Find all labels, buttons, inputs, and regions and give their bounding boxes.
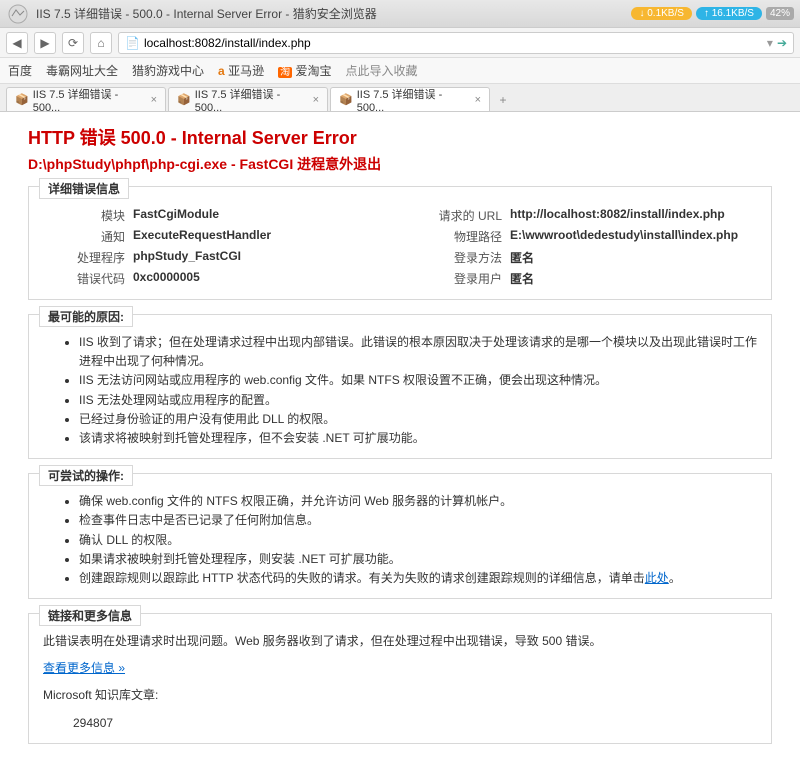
detail-right: 请求的 URLhttp://localhost:8082/install/ind… bbox=[420, 205, 757, 289]
list-item: 确保 web.config 文件的 NTFS 权限正确，并允许访问 Web 服务… bbox=[79, 492, 757, 511]
detail-left: 模块FastCgiModule 通知ExecuteRequestHandler … bbox=[43, 205, 380, 289]
detail-panel-title: 详细错误信息 bbox=[39, 178, 129, 199]
detail-user: 匿名 bbox=[510, 270, 757, 287]
detail-panel: 详细错误信息 模块FastCgiModule 通知ExecuteRequestH… bbox=[28, 186, 772, 300]
browser-logo-icon bbox=[6, 2, 30, 26]
close-icon[interactable]: × bbox=[313, 94, 319, 106]
forward-button[interactable]: ▶ bbox=[34, 32, 56, 54]
more-panel: 链接和更多信息 此错误表明在处理请求时出现问题。Web 服务器收到了请求，但在处… bbox=[28, 613, 772, 744]
list-item: 如果请求被映射到托管处理程序，则安装 .NET 可扩展功能。 bbox=[79, 550, 757, 569]
percent-badge: 42% bbox=[766, 7, 794, 20]
actions-link[interactable]: 此处 bbox=[645, 571, 669, 585]
close-icon[interactable]: × bbox=[151, 94, 157, 106]
bookmark-baidu[interactable]: 百度 bbox=[8, 62, 32, 79]
new-tab-button[interactable]: + bbox=[492, 89, 514, 111]
back-button[interactable]: ◀ bbox=[6, 32, 28, 54]
tab-icon: 📦 bbox=[177, 93, 191, 106]
more-title: 链接和更多信息 bbox=[39, 605, 141, 626]
list-item: 创建跟踪规则以跟踪此 HTTP 状态代码的失败的请求。有关为失败的请求创建跟踪规… bbox=[79, 569, 757, 588]
close-icon[interactable]: × bbox=[475, 94, 481, 106]
go-icon[interactable]: ➔ bbox=[777, 36, 787, 50]
tab-icon: 📦 bbox=[15, 93, 29, 106]
more-link[interactable]: 查看更多信息 » bbox=[43, 661, 125, 675]
kb-label: Microsoft 知识库文章: bbox=[43, 686, 757, 705]
bookmark-bar: 百度 毒霸网址大全 猎豹游戏中心 a 亚马逊 淘 爱淘宝 点此导入收藏 bbox=[0, 58, 800, 84]
bookmark-duba[interactable]: 毒霸网址大全 bbox=[46, 62, 118, 79]
tabbar: 📦IIS 7.5 详细错误 - 500...× 📦IIS 7.5 详细错误 - … bbox=[0, 84, 800, 112]
network-stats: ↓ 0.1KB/S ↑ 16.1KB/S 42% bbox=[631, 7, 794, 20]
url-input[interactable] bbox=[144, 36, 763, 50]
tab-0[interactable]: 📦IIS 7.5 详细错误 - 500...× bbox=[6, 87, 166, 111]
tab-icon: 📦 bbox=[339, 93, 353, 106]
list-item: 该请求将被映射到托管处理程序，但不会安装 .NET 可扩展功能。 bbox=[79, 429, 757, 448]
detail-url: http://localhost:8082/install/index.php bbox=[510, 207, 757, 224]
actions-panel: 可尝试的操作: 确保 web.config 文件的 NTFS 权限正确，并允许访… bbox=[28, 473, 772, 599]
list-item: IIS 收到了请求；但在处理请求过程中出现内部错误。此错误的根本原因取决于处理该… bbox=[79, 333, 757, 371]
list-item: 检查事件日志中是否已记录了任何附加信息。 bbox=[79, 511, 757, 530]
dropdown-icon[interactable]: ▾ bbox=[767, 36, 773, 50]
error-subheading: D:\phpStudy\phpf\php-cgi.exe - FastCGI 进… bbox=[28, 154, 772, 174]
causes-list: IIS 收到了请求；但在处理请求过程中出现内部错误。此错误的根本原因取决于处理该… bbox=[43, 333, 757, 448]
page-content: HTTP 错误 500.0 - Internal Server Error D:… bbox=[0, 112, 800, 770]
list-item: 已经过身份验证的用户没有使用此 DLL 的权限。 bbox=[79, 410, 757, 429]
more-text: 此错误表明在处理请求时出现问题。Web 服务器收到了请求，但在处理过程中出现错误… bbox=[43, 632, 757, 651]
bookmark-aitaobao[interactable]: 淘 爱淘宝 bbox=[278, 62, 331, 79]
list-item: 确认 DLL 的权限。 bbox=[79, 531, 757, 550]
download-speed: ↓ 0.1KB/S bbox=[631, 7, 691, 20]
list-item: IIS 无法访问网站或应用程序的 web.config 文件。如果 NTFS 权… bbox=[79, 371, 757, 390]
detail-code: 0xc0000005 bbox=[133, 270, 380, 287]
kb-id: 294807 bbox=[43, 714, 757, 733]
list-item: IIS 无法处理网站或应用程序的配置。 bbox=[79, 391, 757, 410]
navbar: ◀ ▶ ⟳ ⌂ 📄 ▾ ➔ bbox=[0, 28, 800, 58]
bookmark-liebao-game[interactable]: 猎豹游戏中心 bbox=[132, 62, 204, 79]
tab-1[interactable]: 📦IIS 7.5 详细错误 - 500...× bbox=[168, 87, 328, 111]
page-icon: 📄 bbox=[125, 36, 140, 50]
detail-module: FastCgiModule bbox=[133, 207, 380, 224]
refresh-button[interactable]: ⟳ bbox=[62, 32, 84, 54]
bookmark-amazon[interactable]: a 亚马逊 bbox=[218, 62, 264, 79]
causes-title: 最可能的原因: bbox=[39, 306, 133, 327]
window-title: IIS 7.5 详细错误 - 500.0 - Internal Server E… bbox=[36, 5, 631, 22]
bookmark-import[interactable]: 点此导入收藏 bbox=[345, 62, 417, 79]
titlebar: IIS 7.5 详细错误 - 500.0 - Internal Server E… bbox=[0, 0, 800, 28]
url-box[interactable]: 📄 ▾ ➔ bbox=[118, 32, 794, 54]
causes-panel: 最可能的原因: IIS 收到了请求；但在处理请求过程中出现内部错误。此错误的根本… bbox=[28, 314, 772, 459]
error-heading: HTTP 错误 500.0 - Internal Server Error bbox=[28, 124, 772, 150]
detail-handler: phpStudy_FastCGI bbox=[133, 249, 380, 266]
actions-title: 可尝试的操作: bbox=[39, 465, 133, 486]
detail-path: E:\wwwroot\dedestudy\install\index.php bbox=[510, 228, 757, 245]
detail-logon: 匿名 bbox=[510, 249, 757, 266]
upload-speed: ↑ 16.1KB/S bbox=[696, 7, 762, 20]
home-button[interactable]: ⌂ bbox=[90, 32, 112, 54]
actions-list: 确保 web.config 文件的 NTFS 权限正确，并允许访问 Web 服务… bbox=[43, 492, 757, 588]
detail-notify: ExecuteRequestHandler bbox=[133, 228, 380, 245]
tab-2[interactable]: 📦IIS 7.5 详细错误 - 500...× bbox=[330, 87, 490, 111]
